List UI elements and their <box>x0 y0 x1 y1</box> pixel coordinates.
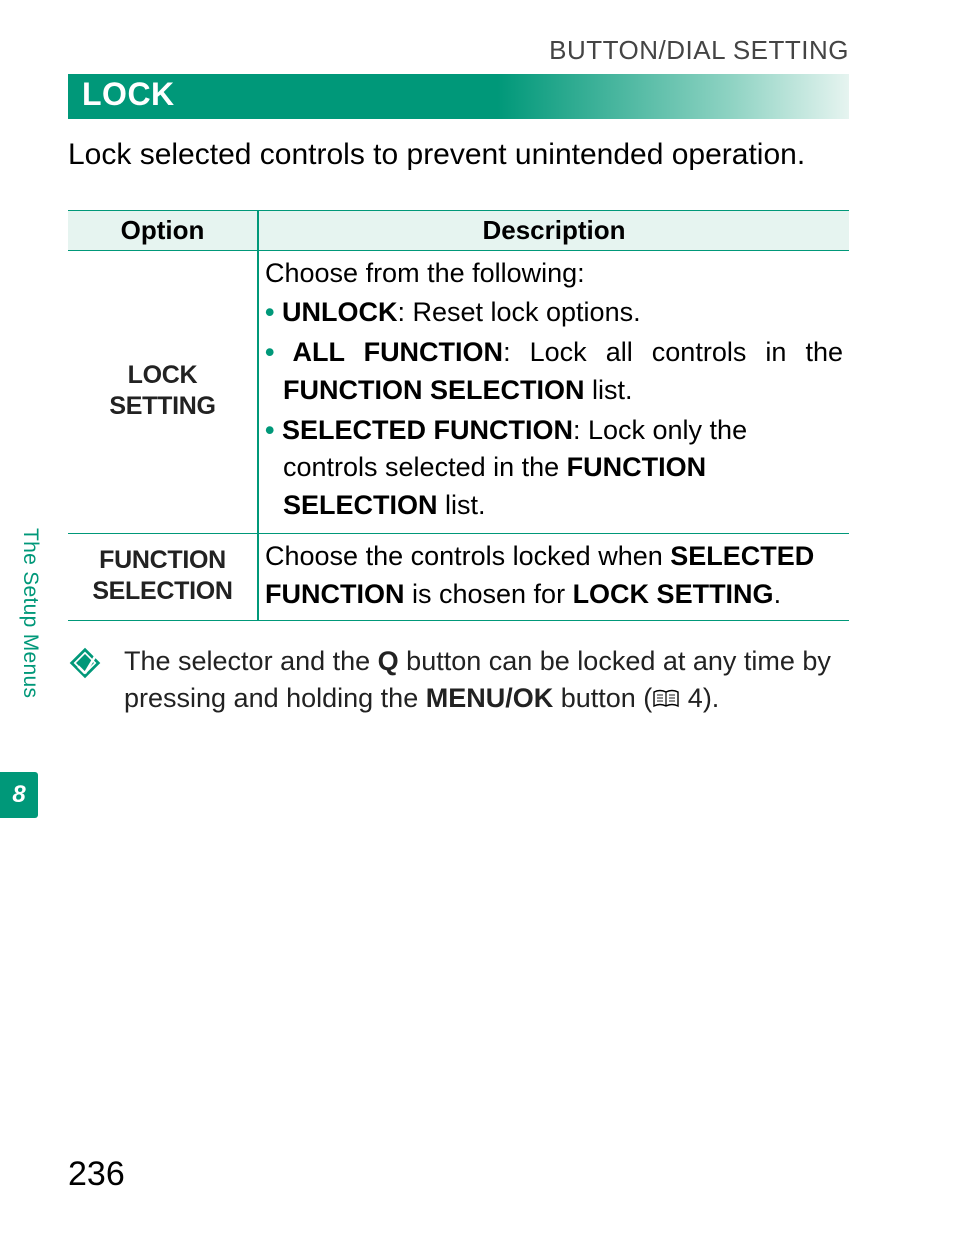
item-text: : Lock all controls in the <box>503 337 843 367</box>
note-fragment: The selector and the <box>124 646 378 676</box>
option-label-function-selection: FUNCTIONSELECTION <box>68 534 258 621</box>
list-item: ALL FUNCTION: Lock all controls in the F… <box>265 334 843 410</box>
item-text: : Reset lock options. <box>397 297 640 327</box>
note-menuok: MENU/OK <box>426 683 554 713</box>
table-header-option: Option <box>68 210 258 250</box>
note-fragment: button ( <box>553 683 652 713</box>
list-item: UNLOCK: Reset lock options. <box>265 294 843 332</box>
table-row: FUNCTIONSELECTION Choose the controls lo… <box>68 534 849 621</box>
page-content: BUTTON/DIAL SETTING LOCK Lock selected c… <box>68 35 849 720</box>
item-name: UNLOCK <box>282 297 398 327</box>
desc-bold: LOCK SETTING <box>573 579 774 609</box>
description-lead: Choose from the following: <box>265 255 843 293</box>
table-header-description: Description <box>258 210 849 250</box>
note-page-ref: 4). <box>680 683 719 713</box>
side-section-label: The Setup Menus <box>18 528 42 698</box>
item-text: list. <box>438 490 486 520</box>
page-number: 236 <box>68 1155 125 1194</box>
desc-text: . <box>774 579 782 609</box>
breadcrumb: BUTTON/DIAL SETTING <box>68 35 849 66</box>
desc-text: is chosen for <box>404 579 572 609</box>
list-item: SELECTED FUNCTION: Lock only the control… <box>265 412 843 525</box>
item-text: list. <box>585 375 633 405</box>
section-title: LOCK <box>68 74 849 119</box>
item-name: ALL FUNCTION <box>293 337 504 367</box>
intro-text: Lock selected controls to prevent uninte… <box>68 135 849 176</box>
option-label-lock-setting: LOCK SETTING <box>68 250 258 534</box>
desc-text: Choose the controls locked when <box>265 541 670 571</box>
option-description: Choose from the following: UNLOCK: Reset… <box>258 250 849 534</box>
page-reference-icon <box>652 682 680 720</box>
side-chapter-tab: 8 <box>0 772 38 818</box>
option-label-text: FUNCTIONSELECTION <box>92 545 232 608</box>
note: The selector and the Q button can be loc… <box>68 643 849 721</box>
note-text: The selector and the Q button can be loc… <box>124 643 849 721</box>
item-name: SELECTED FUNCTION <box>282 415 573 445</box>
table-row: LOCK SETTING Choose from the following: … <box>68 250 849 534</box>
item-bold: FUNCTION SELECTION <box>283 375 585 405</box>
note-q-button: Q <box>378 646 399 676</box>
options-table: Option Description LOCK SETTING Choose f… <box>68 210 849 621</box>
option-description: Choose the controls locked when SELECTED… <box>258 534 849 621</box>
note-diamond-icon <box>68 646 102 680</box>
